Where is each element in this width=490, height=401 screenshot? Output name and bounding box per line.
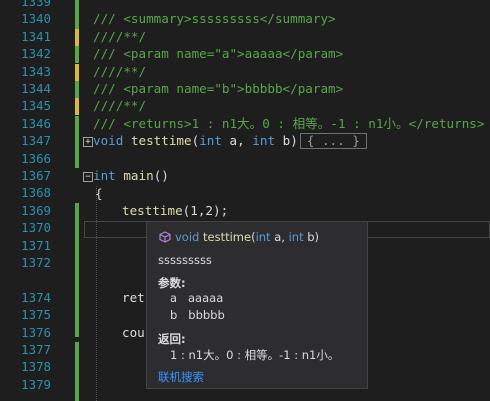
- tooltip-param: b): [303, 230, 320, 244]
- tooltip-keyword: int: [288, 230, 304, 244]
- line-number: 1342: [21, 46, 51, 61]
- keyword: int: [199, 133, 222, 148]
- quick-info-tooltip: void testtime(int a, int b) sssssssss 参数…: [146, 221, 368, 389]
- line-number: 1340: [21, 11, 51, 26]
- change-marker: [75, 203, 79, 337]
- line-number: 1370: [21, 220, 51, 235]
- call-args: (1,2);: [182, 203, 229, 218]
- param-text: b): [275, 133, 298, 148]
- function-name: testtime: [130, 133, 192, 148]
- tooltip-returns-text: 1 : n1大。0 : 相等。-1 : n1小。: [170, 348, 340, 362]
- code-line[interactable]: {: [95, 185, 103, 202]
- line-number: 1341: [21, 29, 51, 44]
- tooltip-param: a,: [270, 230, 289, 244]
- code-line[interactable]: /// <param name="a">aaaaa</param>: [93, 45, 343, 62]
- punctuation: (): [153, 168, 169, 183]
- line-number: 1379: [21, 377, 51, 392]
- indent-guide: [96, 186, 97, 401]
- code-line[interactable]: cou: [122, 324, 145, 341]
- line-number: 1378: [21, 359, 51, 374]
- line-number: 1374: [21, 290, 51, 305]
- line-number: 1377: [21, 342, 51, 357]
- code-line[interactable]: ////**/: [93, 63, 146, 80]
- change-marker: [75, 0, 79, 29]
- tooltip-returns-header: 返回:: [158, 332, 186, 346]
- change-marker: [75, 116, 79, 168]
- line-number: 1371: [21, 238, 51, 253]
- line-number: 1369: [21, 203, 51, 218]
- function-name: testtime: [122, 203, 183, 218]
- line-number: 1372: [21, 255, 51, 270]
- collapse-icon[interactable]: −: [83, 172, 93, 182]
- change-marker: [75, 46, 79, 64]
- param-text: a,: [221, 133, 253, 148]
- change-marker-unsaved: [75, 98, 79, 116]
- code-line-main-decl[interactable]: int main(): [93, 167, 169, 184]
- line-number: 1344: [21, 81, 51, 96]
- tooltip-param-a: a aaaaa: [170, 291, 224, 305]
- function-name: main: [123, 168, 154, 183]
- tooltip-function-name: testtime: [203, 230, 252, 244]
- collapsed-region-button[interactable]: { ... }: [299, 133, 367, 149]
- tooltip-params-header: 参数:: [158, 276, 186, 290]
- line-number: 1366: [21, 151, 51, 166]
- keyword: int: [252, 133, 276, 148]
- line-number: 1376: [21, 325, 51, 340]
- line-number: 1343: [21, 64, 51, 79]
- code-line-call[interactable]: testtime(1,2);: [122, 202, 228, 219]
- code-line[interactable]: /// <summary>sssssssss</summary>: [93, 10, 336, 27]
- change-marker: [75, 342, 79, 401]
- line-number: 1346: [21, 116, 51, 131]
- code-line[interactable]: /// <param name="b">bbbbb</param>: [93, 80, 343, 97]
- method-cube-icon: [159, 231, 171, 243]
- line-number: 1367: [21, 168, 51, 183]
- code-line[interactable]: ret: [122, 289, 145, 306]
- expand-icon[interactable]: +: [83, 137, 93, 147]
- code-line[interactable]: /// <returns>1 : n1大。0 : 相等。-1 : n1小。</r…: [93, 115, 484, 132]
- tooltip-param-b: b bbbbb: [170, 308, 225, 322]
- line-number: 1368: [21, 185, 51, 200]
- change-marker-unsaved: [75, 64, 79, 82]
- line-number: 1375: [21, 307, 51, 322]
- tooltip-summary: sssssssss: [158, 253, 212, 267]
- line-number: 1347: [21, 133, 51, 148]
- change-marker-unsaved: [75, 29, 79, 47]
- line-number: 1339: [21, 0, 51, 9]
- tooltip-signature: void testtime(int a, int b): [159, 230, 319, 244]
- tooltip-keyword: void: [175, 230, 200, 244]
- tooltip-keyword: int: [255, 230, 271, 244]
- code-line-function-decl[interactable]: void testtime(int a, int b){ ... }: [93, 132, 367, 149]
- code-line[interactable]: ////**/: [93, 97, 146, 114]
- code-line[interactable]: ////**/: [93, 28, 146, 45]
- online-search-link[interactable]: 联机搜索: [158, 369, 204, 385]
- keyword: int: [93, 168, 116, 183]
- line-number: 1345: [21, 98, 51, 113]
- change-marker: [75, 81, 79, 99]
- keyword: void: [93, 133, 124, 148]
